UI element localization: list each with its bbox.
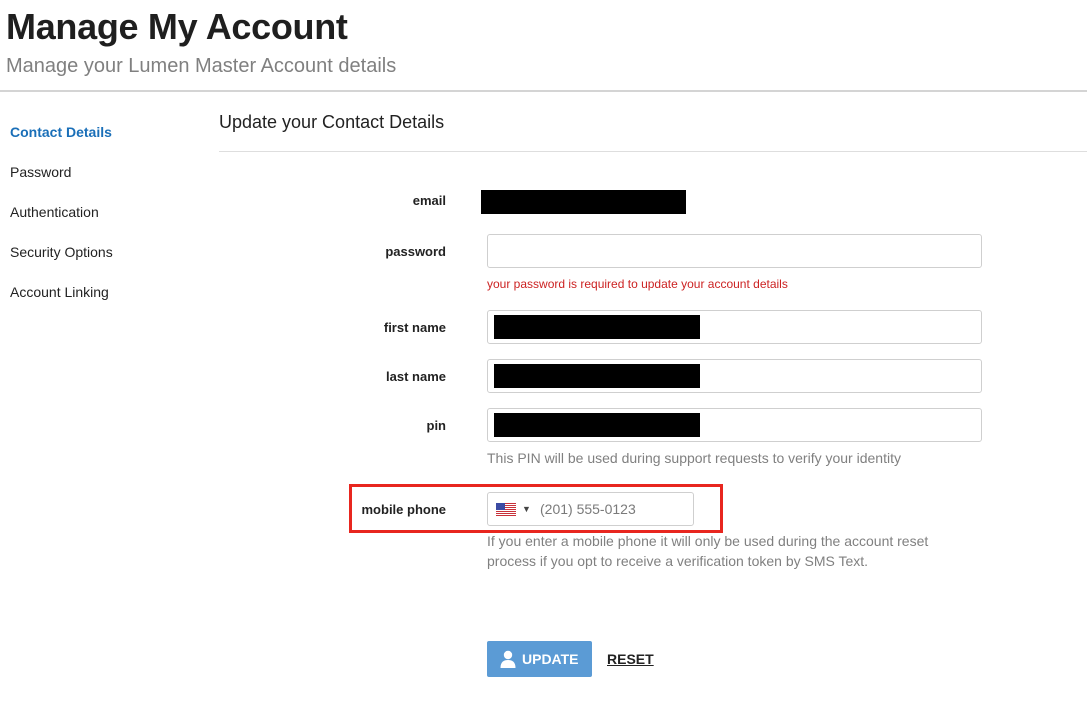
last-name-value-redacted xyxy=(494,364,700,388)
mobile-phone-help-text: If you enter a mobile phone it will only… xyxy=(487,533,929,569)
password-field[interactable] xyxy=(487,234,982,268)
first-name-value-redacted xyxy=(494,315,700,339)
page-subtitle: Manage your Lumen Master Account details xyxy=(6,55,397,77)
email-value-redacted xyxy=(481,190,686,214)
password-error-message: your password is required to update your… xyxy=(487,277,788,291)
password-label: password xyxy=(385,244,446,259)
first-name-label: first name xyxy=(383,320,446,335)
pin-help-text: This PIN will be used during support req… xyxy=(487,450,901,466)
header-divider xyxy=(0,90,1087,92)
country-code-dropdown[interactable]: ▼ xyxy=(496,503,531,517)
last-name-label: last name xyxy=(386,369,446,384)
mobile-phone-label: mobile phone xyxy=(361,502,447,517)
sidebar-item-password[interactable]: Password xyxy=(10,163,113,203)
reset-link[interactable]: RESET xyxy=(607,651,654,667)
update-button[interactable]: UPDATE xyxy=(487,641,592,677)
first-name-field[interactable] xyxy=(487,310,982,344)
update-button-label: UPDATE xyxy=(522,651,579,667)
email-label: email xyxy=(412,193,446,208)
pin-label: pin xyxy=(426,418,447,433)
caret-down-icon: ▼ xyxy=(522,504,531,514)
last-name-field[interactable] xyxy=(487,359,982,393)
us-flag-icon xyxy=(496,503,516,516)
mobile-phone-input[interactable] xyxy=(540,494,690,524)
mobile-phone-field: ▼ xyxy=(487,492,694,526)
section-divider xyxy=(219,151,1087,152)
sidebar-item-authentication[interactable]: Authentication xyxy=(10,203,113,243)
pin-field[interactable] xyxy=(487,408,982,442)
sidebar-item-contact-details[interactable]: Contact Details xyxy=(10,123,113,163)
sidebar-item-account-linking[interactable]: Account Linking xyxy=(10,283,113,323)
sidebar-item-security-options[interactable]: Security Options xyxy=(10,243,113,283)
section-title: Update your Contact Details xyxy=(219,112,445,132)
user-icon xyxy=(500,650,516,668)
page-title: Manage My Account xyxy=(6,6,348,47)
pin-value-redacted xyxy=(494,413,700,437)
sidebar: Contact Details Password Authentication … xyxy=(10,123,113,323)
